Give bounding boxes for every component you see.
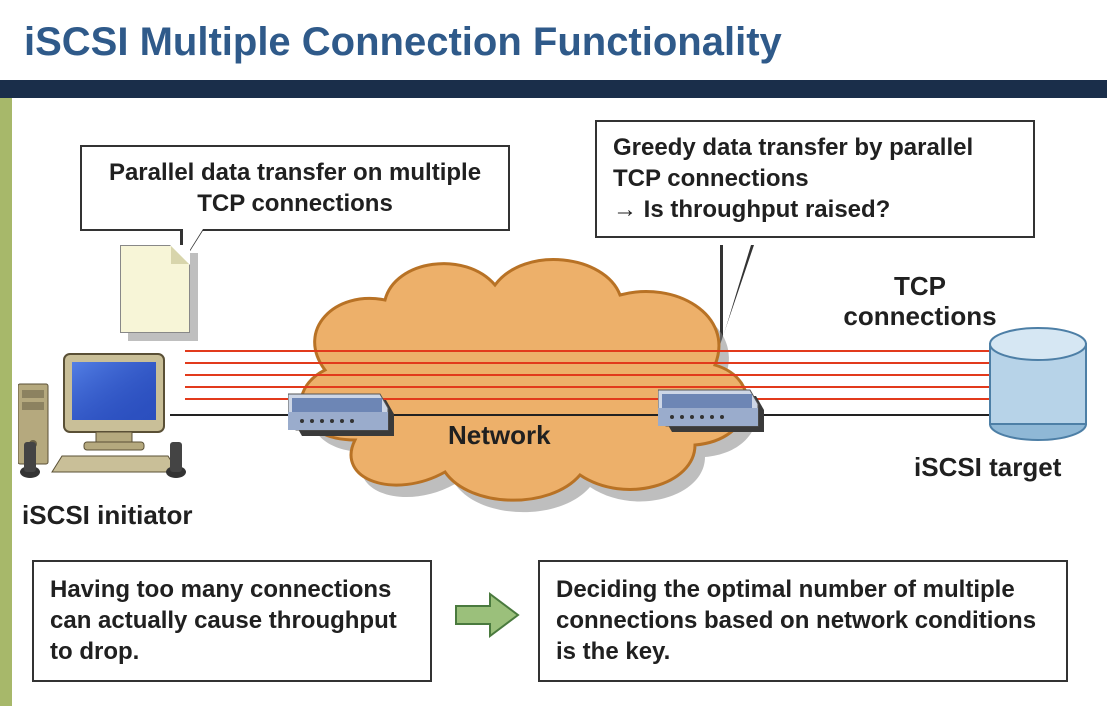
- desktop-computer-icon: [18, 344, 188, 484]
- network-label: Network: [448, 420, 551, 451]
- title-underline: [0, 80, 1107, 98]
- document-icon: [120, 245, 198, 341]
- callout-right-line1: Greedy data transfer by parallel TCP con…: [613, 132, 1017, 194]
- bottom-left-text: Having too many connections can actually…: [50, 576, 397, 665]
- left-accent-bar: [0, 98, 12, 706]
- callout-left-text: Parallel data transfer on multiple TCP c…: [109, 159, 481, 217]
- tcp-connections-label: TCP connections: [840, 272, 1000, 332]
- right-arrow-icon: [452, 590, 522, 640]
- bottom-note-left: Having too many connections can actually…: [32, 560, 432, 682]
- slide-title: iSCSI Multiple Connection Functionality: [24, 20, 1107, 65]
- bottom-note-right: Deciding the optimal number of multiple …: [538, 560, 1068, 682]
- bottom-right-text: Deciding the optimal number of multiple …: [556, 576, 1036, 665]
- router-right-icon: [658, 382, 768, 438]
- router-left-icon: [288, 386, 398, 442]
- callout-greedy-transfer: Greedy data transfer by parallel TCP con…: [595, 120, 1035, 238]
- callout-parallel-transfer: Parallel data transfer on multiple TCP c…: [80, 145, 510, 231]
- slide-title-bar: iSCSI Multiple Connection Functionality: [0, 20, 1107, 65]
- iscsi-target-label: iSCSI target: [914, 452, 1061, 483]
- callout-right-line2: → Is throughput raised?: [613, 194, 1017, 225]
- storage-cylinder-icon: [986, 324, 1090, 444]
- iscsi-initiator-label: iSCSI initiator: [22, 500, 192, 531]
